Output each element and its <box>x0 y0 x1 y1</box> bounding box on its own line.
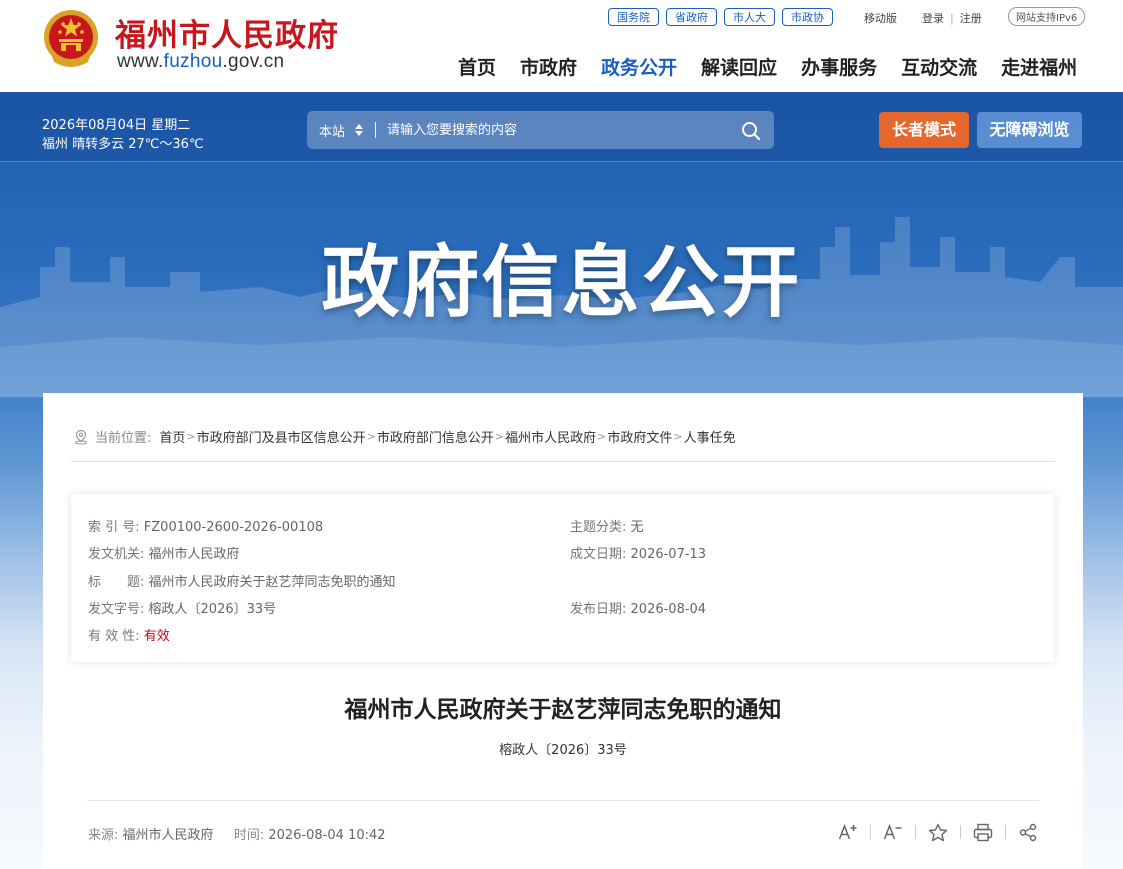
meta-index-label: 索 引 号: <box>88 520 140 535</box>
article-tools <box>837 821 1039 843</box>
nav-services[interactable]: 办事服务 <box>801 53 877 80</box>
meta-written-value: 2026-07-13 <box>630 547 707 562</box>
breadcrumb-separator: > <box>366 430 376 443</box>
meta-index: 索 引 号: FZ00100-2600-2026-00108 <box>88 516 323 535</box>
tool-separator <box>1005 825 1006 839</box>
breadcrumb-personnel[interactable]: 人事任免 <box>684 427 736 446</box>
meta-publish-date: 发布日期: 2026-08-04 <box>570 598 706 617</box>
link-municipal-congress[interactable]: 市人大 <box>724 8 775 26</box>
time-value: 2026-08-04 10:42 <box>268 828 386 843</box>
nav-about-fuzhou[interactable]: 走进福州 <box>1001 53 1077 80</box>
banner-title: 政府信息公开 <box>321 238 802 328</box>
top-utilities: 移动版 登录 | 注册 <box>864 10 982 26</box>
national-emblem-icon[interactable] <box>42 8 100 70</box>
meta-validity-label: 有 效 性: <box>88 629 140 644</box>
tool-separator <box>915 825 916 839</box>
search-icon[interactable] <box>740 120 762 142</box>
source-label: 来源: <box>88 828 119 843</box>
meta-title-value: 福州市人民政府关于赵艺萍同志免职的通知 <box>148 575 396 590</box>
share-icon[interactable] <box>1017 821 1039 843</box>
meta-validity-value: 有效 <box>143 629 170 644</box>
link-provincial-government[interactable]: 省政府 <box>666 8 717 26</box>
breadcrumb-dept-county[interactable]: 市政府部门及县市区信息公开 <box>197 427 366 446</box>
font-decrease-icon[interactable] <box>882 821 904 843</box>
nav-municipal-government[interactable]: 市政府 <box>520 53 577 80</box>
util-separator: | <box>950 11 954 25</box>
login-link[interactable]: 登录 <box>922 10 944 26</box>
nav-home[interactable]: 首页 <box>458 53 496 80</box>
search-input[interactable] <box>387 115 727 145</box>
breadcrumb-divider <box>71 461 1055 462</box>
meta-publish-value: 2026-08-04 <box>630 602 707 617</box>
meta-topic-label: 主题分类: <box>570 520 627 535</box>
breadcrumb-home[interactable]: 首页 <box>159 427 185 446</box>
document-title: 福州市人民政府关于赵艺萍同志免职的通知 <box>344 697 782 723</box>
weather-info: 福州 晴转多云 27℃～36℃ <box>42 137 204 152</box>
main-nav: 首页 市政府 政务公开 解读回应 办事服务 互动交流 走进福州 <box>458 53 1077 80</box>
breadcrumb-separator: > <box>673 430 683 443</box>
site-url-suffix: .gov.cn <box>222 51 285 72</box>
time-label: 时间: <box>233 828 265 843</box>
breadcrumb-dept-info[interactable]: 市政府部门信息公开 <box>377 427 494 446</box>
breadcrumb-government-documents[interactable]: 市政府文件 <box>607 427 672 446</box>
search-divider <box>375 122 376 138</box>
site-url: www.fuzhou.gov.cn <box>117 51 284 73</box>
meta-title: 标 题: 福州市人民政府关于赵艺萍同志免职的通知 <box>88 571 396 590</box>
meta-topic: 主题分类: 无 <box>570 516 644 535</box>
site-url-prefix: www. <box>117 51 164 72</box>
meta-issuer-label: 发文机关: <box>88 547 145 562</box>
meta-validity: 有 效 性: 有效 <box>88 625 170 644</box>
document-number: 榕政人〔2026〕33号 <box>499 743 627 758</box>
breadcrumb: 当前位置: 首页 > 市政府部门及县市区信息公开 > 市政府部门信息公开 > 福… <box>73 427 736 446</box>
meta-publish-label: 发布日期: <box>570 602 627 617</box>
nav-government-affairs[interactable]: 政务公开 <box>601 53 677 80</box>
top-links: 国务院 省政府 市人大 市政协 <box>608 8 833 26</box>
site-header: 福州市人民政府 www.fuzhou.gov.cn 国务院 省政府 市人大 市政… <box>0 0 1123 92</box>
meta-issuer: 发文机关: 福州市人民政府 <box>88 543 240 562</box>
document-divider <box>87 800 1039 801</box>
meta-written-date: 成文日期: 2026-07-13 <box>570 543 706 562</box>
document-metadata: 索 引 号: FZ00100-2600-2026-00108 主题分类: 无 发… <box>71 494 1054 662</box>
site-url-highlight: fuzhou <box>163 51 223 72</box>
breadcrumb-separator: > <box>186 430 196 443</box>
meta-issuer-value: 福州市人民政府 <box>148 547 240 562</box>
site-name[interactable]: 福州市人民政府 <box>115 10 339 55</box>
breadcrumb-separator: > <box>597 430 607 443</box>
source-value: 福州市人民政府 <box>122 828 214 843</box>
meta-doc-number: 发文字号: 榕政人〔2026〕33号 <box>88 598 276 617</box>
register-link[interactable]: 注册 <box>960 10 982 26</box>
accessibility-button[interactable]: 无障碍浏览 <box>977 112 1082 148</box>
sort-arrows-icon[interactable] <box>354 122 364 138</box>
tool-separator <box>960 825 961 839</box>
print-icon[interactable] <box>972 821 994 843</box>
nav-interpretation[interactable]: 解读回应 <box>701 53 777 80</box>
meta-index-value: FZ00100-2600-2026-00108 <box>143 520 324 535</box>
font-increase-icon[interactable] <box>837 821 859 843</box>
breadcrumb-label: 当前位置: <box>95 431 152 446</box>
link-state-council[interactable]: 国务院 <box>608 8 659 26</box>
content-panel: 当前位置: 首页 > 市政府部门及县市区信息公开 > 市政府部门信息公开 > 福… <box>43 393 1083 869</box>
current-date: 2026年08月04日 星期二 <box>42 118 191 133</box>
search-scope-select[interactable]: 本站 <box>319 121 345 140</box>
meta-doc-number-value: 榕政人〔2026〕33号 <box>148 602 277 617</box>
location-icon <box>75 429 87 444</box>
breadcrumb-city-government[interactable]: 福州市人民政府 <box>505 427 596 446</box>
search-box: 本站 <box>307 111 774 149</box>
nav-interaction[interactable]: 互动交流 <box>901 53 977 80</box>
tool-separator <box>870 825 871 839</box>
breadcrumb-separator: > <box>494 430 505 443</box>
link-municipal-cppcc[interactable]: 市政协 <box>782 8 833 26</box>
meta-doc-number-label: 发文字号: <box>88 602 145 617</box>
meta-topic-value: 无 <box>630 520 644 535</box>
ipv6-badge: 网站支持IPv6 <box>1008 7 1086 26</box>
star-icon[interactable] <box>927 821 949 843</box>
elder-mode-button[interactable]: 长者模式 <box>879 112 969 148</box>
source-info: 来源: 福州市人民政府 时间: 2026-08-04 10:42 <box>88 824 386 843</box>
meta-written-label: 成文日期: <box>570 547 627 562</box>
meta-title-label: 标 题: <box>88 575 145 590</box>
mobile-version-link[interactable]: 移动版 <box>864 10 897 26</box>
